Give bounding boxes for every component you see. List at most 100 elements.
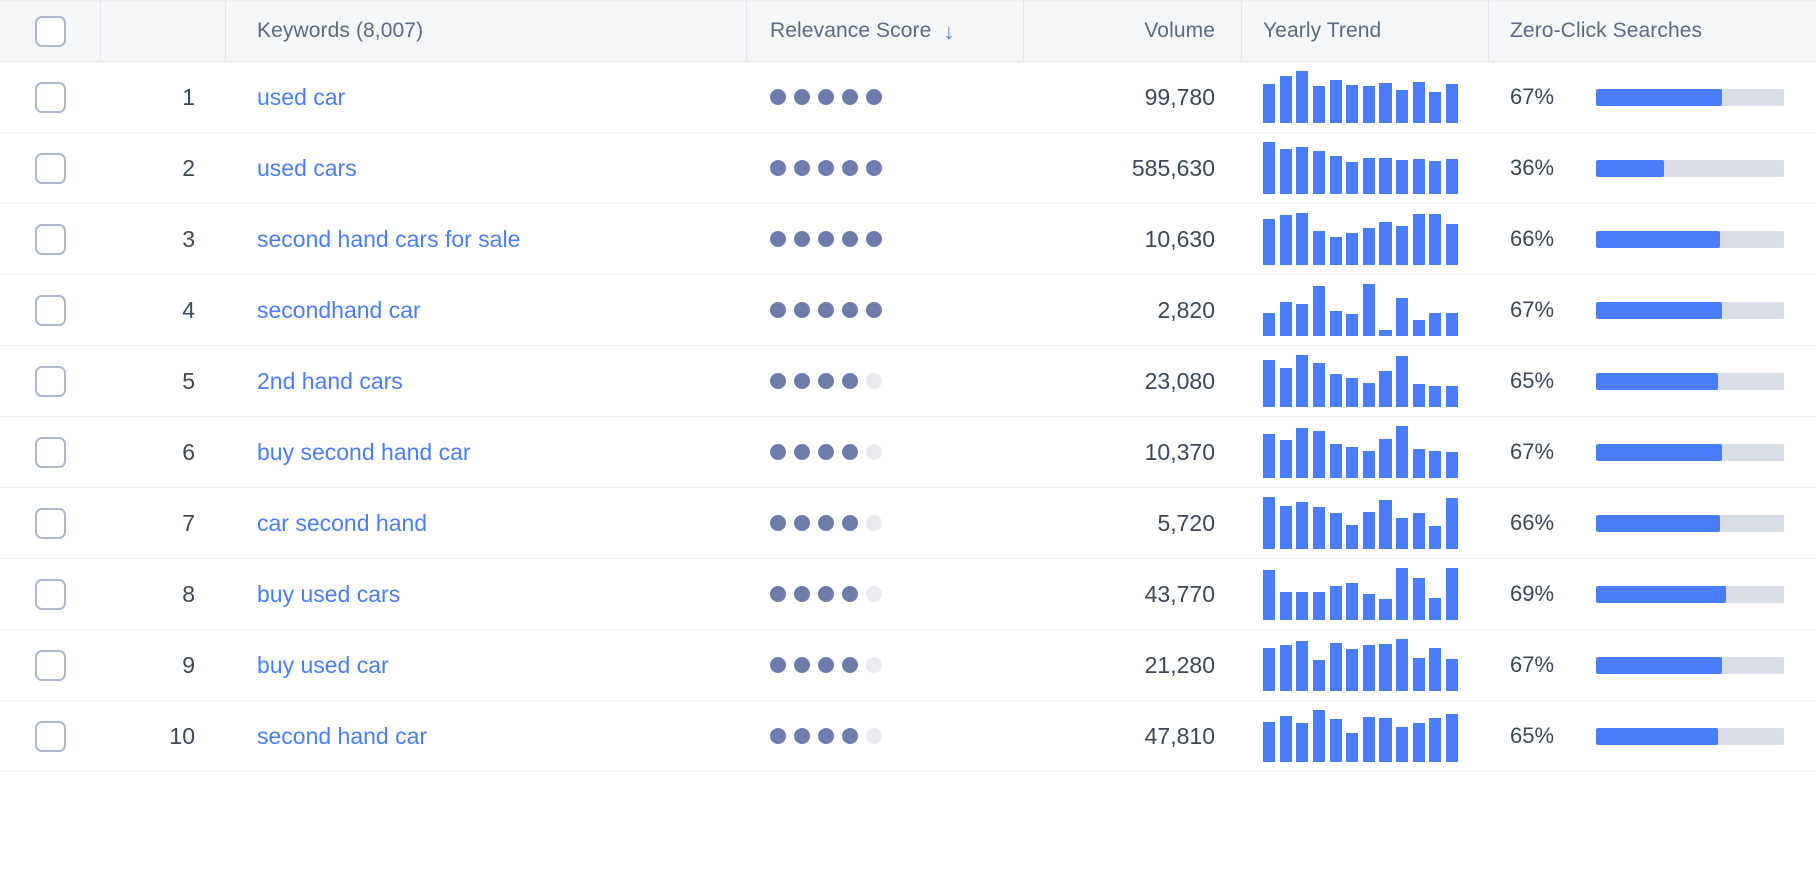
relevance-dot-filled-icon <box>866 89 882 105</box>
row-checkbox-icon[interactable] <box>34 507 66 539</box>
volume-header-cell[interactable]: Volume <box>1023 1 1241 61</box>
keyword-link[interactable]: 2nd hand cars <box>257 368 403 395</box>
relevance-dot-filled-icon <box>794 728 810 744</box>
select-all-checkbox-icon[interactable] <box>34 15 66 47</box>
keywords-header-cell[interactable]: Keywords (8,007) <box>225 1 746 61</box>
relevance-score-cell <box>746 488 1023 558</box>
yearly-trend-sparkline <box>1263 497 1458 549</box>
row-checkbox-icon[interactable] <box>34 152 66 184</box>
relevance-dot-filled-icon <box>818 231 834 247</box>
keyword-cell: used cars <box>225 133 746 203</box>
keyword-link[interactable]: buy second hand car <box>257 439 471 466</box>
rank-cell: 7 <box>100 488 225 558</box>
yearly-trend-header-cell[interactable]: Yearly Trend <box>1241 1 1488 61</box>
sparkline-bar <box>1329 80 1342 123</box>
sparkline-bar <box>1412 577 1425 620</box>
relevance-score-header-cell[interactable]: Relevance Score ↓ <box>746 1 1023 61</box>
yearly-trend-cell <box>1241 701 1488 771</box>
rank-value: 6 <box>182 438 195 465</box>
volume-value: 5,720 <box>1157 509 1215 536</box>
relevance-dot-filled-icon <box>794 160 810 176</box>
row-select-cell[interactable] <box>0 701 100 771</box>
sparkline-bar <box>1379 158 1392 194</box>
row-checkbox-icon[interactable] <box>34 81 66 113</box>
zero-click-progress-track <box>1596 585 1784 603</box>
row-select-cell[interactable] <box>0 204 100 274</box>
table-row[interactable]: 9 buy used car 21,280 67% <box>0 630 1816 701</box>
keyword-cell: car second hand <box>225 488 746 558</box>
zero-click-searches-header-cell[interactable]: Zero-Click Searches <box>1488 1 1816 61</box>
relevance-dot-filled-icon <box>818 728 834 744</box>
row-select-cell[interactable] <box>0 62 100 132</box>
row-checkbox-icon[interactable] <box>34 578 66 610</box>
sparkline-bar <box>1263 312 1276 336</box>
row-checkbox-icon[interactable] <box>34 720 66 752</box>
row-select-cell[interactable] <box>0 346 100 416</box>
keyword-link[interactable]: car second hand <box>257 510 427 537</box>
sparkline-bar <box>1362 716 1375 762</box>
table-row[interactable]: 7 car second hand 5,720 66% <box>0 488 1816 559</box>
row-checkbox-icon[interactable] <box>34 649 66 681</box>
sparkline-bar <box>1379 439 1392 478</box>
keyword-link[interactable]: second hand cars for sale <box>257 226 520 253</box>
row-checkbox-icon[interactable] <box>34 294 66 326</box>
zero-click-cell: 66% <box>1488 488 1816 558</box>
volume-cell: 47,810 <box>1023 701 1241 771</box>
relevance-score-cell <box>746 630 1023 700</box>
keyword-cell: second hand cars for sale <box>225 204 746 274</box>
row-select-cell[interactable] <box>0 133 100 203</box>
table-row[interactable]: 3 second hand cars for sale 10,630 66% <box>0 204 1816 275</box>
row-select-cell[interactable] <box>0 417 100 487</box>
table-row[interactable]: 1 used car 99,780 67% <box>0 62 1816 133</box>
zero-click-progress-fill <box>1596 230 1721 248</box>
rank-value: 10 <box>169 722 195 749</box>
keyword-link[interactable]: buy used cars <box>257 581 400 608</box>
select-all-header-cell[interactable] <box>0 1 100 61</box>
keyword-link[interactable]: second hand car <box>257 723 427 750</box>
arrow-down-icon[interactable]: ↓ <box>943 21 954 43</box>
row-checkbox-icon[interactable] <box>34 365 66 397</box>
table-header-row: Keywords (8,007) Relevance Score ↓ Volum… <box>0 0 1816 62</box>
keyword-link[interactable]: used cars <box>257 155 357 182</box>
sparkline-bar <box>1312 710 1325 762</box>
row-select-cell[interactable] <box>0 275 100 345</box>
keyword-link[interactable]: buy used car <box>257 652 389 679</box>
sparkline-bar <box>1346 733 1359 762</box>
rank-cell: 5 <box>100 346 225 416</box>
keyword-link[interactable]: used car <box>257 84 345 111</box>
relevance-dot-filled-icon <box>770 160 786 176</box>
relevance-score-cell <box>746 346 1023 416</box>
relevance-dot-filled-icon <box>842 515 858 531</box>
keyword-cell: second hand car <box>225 701 746 771</box>
volume-value: 47,810 <box>1144 722 1215 749</box>
row-select-cell[interactable] <box>0 559 100 629</box>
sparkline-bar <box>1296 723 1309 762</box>
zero-click-percent: 66% <box>1510 510 1555 535</box>
sparkline-bar <box>1296 591 1309 620</box>
table-row[interactable]: 5 2nd hand cars 23,080 65% <box>0 346 1816 417</box>
relevance-dot-empty-icon <box>866 515 882 531</box>
zero-click-cell: 65% <box>1488 346 1816 416</box>
relevance-score-dots <box>770 302 882 318</box>
relevance-dot-filled-icon <box>770 728 786 744</box>
zero-click-percent: 67% <box>1510 652 1555 677</box>
sparkline-bar <box>1379 599 1392 620</box>
zero-click-progress-track <box>1596 88 1784 106</box>
table-row[interactable]: 6 buy second hand car 10,370 67% <box>0 417 1816 488</box>
table-row[interactable]: 10 second hand car 47,810 65% <box>0 701 1816 772</box>
yearly-trend-sparkline <box>1263 639 1458 691</box>
relevance-score-dots <box>770 231 882 247</box>
row-checkbox-icon[interactable] <box>34 436 66 468</box>
row-checkbox-icon[interactable] <box>34 223 66 255</box>
keyword-link[interactable]: secondhand car <box>257 297 421 324</box>
table-row[interactable]: 4 secondhand car 2,820 67% <box>0 275 1816 346</box>
table-row[interactable]: 8 buy used cars 43,770 69% <box>0 559 1816 630</box>
table-row[interactable]: 2 used cars 585,630 36% <box>0 133 1816 204</box>
sparkline-bar <box>1429 92 1442 123</box>
sparkline-bar <box>1263 218 1276 265</box>
sparkline-bar <box>1445 452 1458 478</box>
relevance-dot-empty-icon <box>866 586 882 602</box>
row-select-cell[interactable] <box>0 630 100 700</box>
row-select-cell[interactable] <box>0 488 100 558</box>
rank-cell: 9 <box>100 630 225 700</box>
